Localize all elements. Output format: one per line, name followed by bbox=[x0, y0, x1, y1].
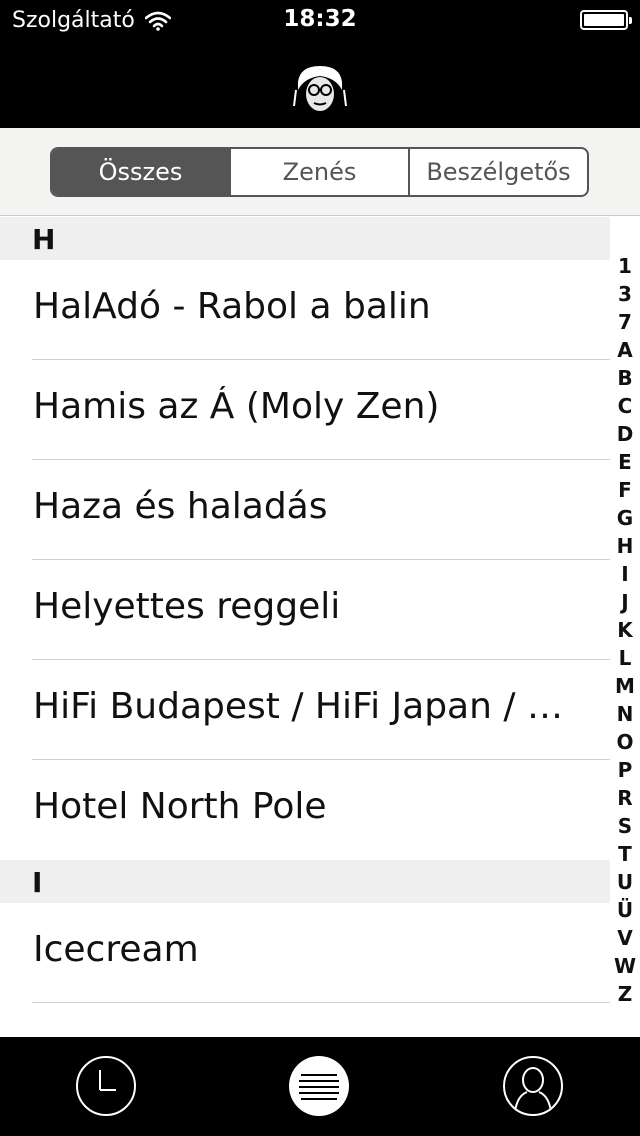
list-item[interactable]: Helyettes reggeli bbox=[0, 560, 610, 660]
list-item-label: HalAdó - Rabol a balin bbox=[33, 286, 431, 327]
index-letter[interactable]: T bbox=[618, 840, 632, 868]
category-segmented-control: Összes Zenés Beszélgetős bbox=[50, 147, 589, 197]
section-header-i: I bbox=[0, 860, 610, 903]
section-header-h: H bbox=[0, 217, 610, 260]
list-item[interactable]: HiFi Budapest / HiFi Japan / HiFi Amerik… bbox=[0, 660, 610, 760]
show-list[interactable]: H HalAdó - Rabol a balin Hamis az Á (Mol… bbox=[0, 217, 610, 1037]
index-letter[interactable]: P bbox=[618, 756, 633, 784]
index-letter[interactable]: H bbox=[617, 532, 634, 560]
filter-bar: Összes Zenés Beszélgetős bbox=[0, 128, 640, 216]
index-letter[interactable]: A bbox=[617, 336, 632, 364]
clock-icon bbox=[99, 1070, 116, 1091]
alphabet-index[interactable]: 1 3 7 A B C D E F G H I J K L M N O P R … bbox=[611, 252, 639, 1008]
list-item-label: HiFi Budapest / HiFi Japan / HiFi Amerik… bbox=[33, 686, 574, 727]
index-letter[interactable]: N bbox=[617, 700, 634, 728]
person-icon bbox=[514, 1067, 552, 1113]
list-item-label: Helyettes reggeli bbox=[33, 586, 341, 627]
index-letter[interactable]: C bbox=[618, 392, 633, 420]
logo-icon bbox=[292, 62, 348, 118]
segment-music[interactable]: Zenés bbox=[231, 149, 410, 195]
index-letter[interactable]: Ü bbox=[617, 896, 633, 924]
segment-talk[interactable]: Beszélgetős bbox=[410, 149, 587, 195]
top-bar: Szolgáltató 18:32 bbox=[0, 0, 640, 128]
index-letter[interactable]: L bbox=[619, 644, 632, 672]
battery-icon bbox=[580, 10, 632, 30]
list-icon bbox=[299, 1074, 339, 1100]
index-letter[interactable]: Z bbox=[618, 980, 633, 1008]
tab-list[interactable] bbox=[289, 1056, 349, 1116]
tab-bar bbox=[0, 1037, 640, 1136]
index-letter[interactable]: K bbox=[617, 616, 633, 644]
index-letter[interactable]: 3 bbox=[618, 280, 632, 308]
index-letter[interactable]: B bbox=[617, 364, 632, 392]
list-item[interactable]: Hotel North Pole bbox=[0, 760, 610, 860]
status-bar: Szolgáltató 18:32 bbox=[0, 0, 640, 42]
list-item-label: Icecream bbox=[33, 929, 199, 970]
index-letter[interactable]: G bbox=[617, 504, 633, 532]
index-letter[interactable]: O bbox=[616, 728, 633, 756]
list-item[interactable]: Hamis az Á (Moly Zen) bbox=[0, 360, 610, 460]
index-letter[interactable]: I bbox=[621, 560, 628, 588]
list-item-label: Haza és haladás bbox=[33, 486, 328, 527]
list-item-label: Hamis az Á (Moly Zen) bbox=[33, 386, 440, 427]
index-letter[interactable]: M bbox=[615, 672, 635, 700]
index-letter[interactable]: S bbox=[618, 812, 632, 840]
list-item-label: Hotel North Pole bbox=[33, 786, 327, 827]
tab-history[interactable] bbox=[76, 1056, 136, 1116]
status-time: 18:32 bbox=[283, 6, 357, 32]
index-letter[interactable]: 7 bbox=[618, 308, 632, 336]
index-letter[interactable]: E bbox=[618, 448, 632, 476]
index-letter[interactable]: R bbox=[617, 784, 632, 812]
index-letter[interactable]: F bbox=[618, 476, 632, 504]
index-letter[interactable]: J bbox=[621, 588, 628, 616]
segment-all[interactable]: Összes bbox=[52, 149, 231, 195]
index-letter[interactable]: D bbox=[617, 420, 634, 448]
index-letter[interactable]: 1 bbox=[618, 252, 632, 280]
screen: Szolgáltató 18:32 Összes Zenés Beszélget… bbox=[0, 0, 640, 1136]
list-item[interactable]: Haza és haladás bbox=[0, 460, 610, 560]
index-letter[interactable]: V bbox=[617, 924, 632, 952]
index-letter[interactable]: U bbox=[617, 868, 633, 896]
tab-profile[interactable] bbox=[503, 1056, 563, 1116]
index-letter[interactable]: W bbox=[614, 952, 636, 980]
list-item[interactable]: HalAdó - Rabol a balin bbox=[0, 260, 610, 360]
list-item[interactable]: Icecream bbox=[0, 903, 610, 1003]
